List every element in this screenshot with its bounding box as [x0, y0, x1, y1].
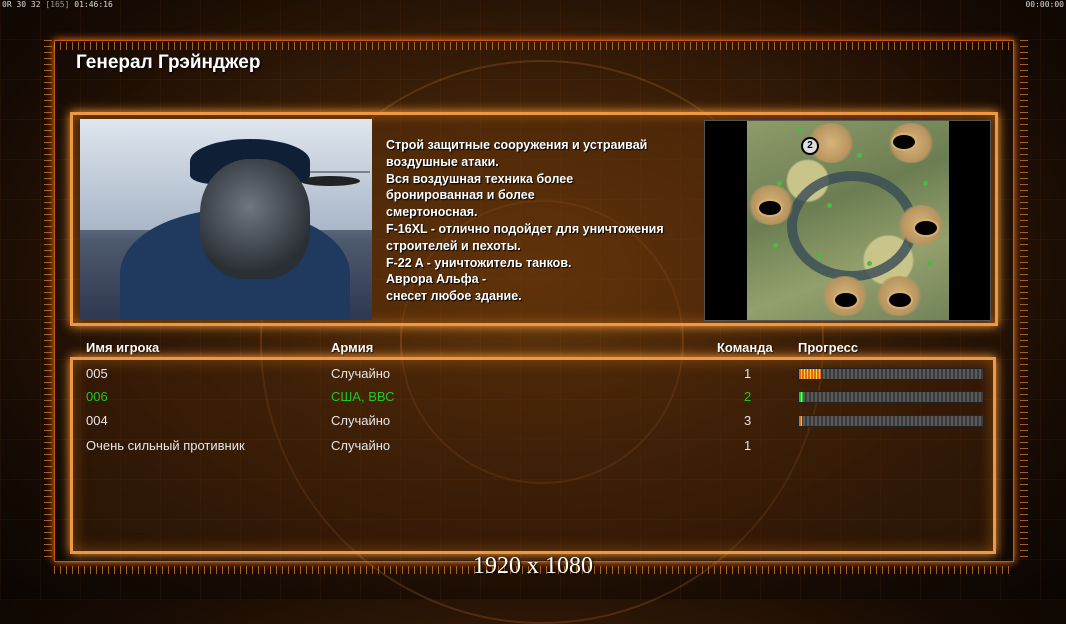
tree-icon — [927, 261, 932, 266]
table-row: Очень сильный противник Случайно 1 — [0, 438, 1066, 460]
tree-icon — [797, 127, 802, 132]
player-army: США, ВВС — [331, 389, 395, 404]
player-team: 2 — [744, 389, 752, 404]
column-header-name: Имя игрока — [86, 340, 160, 355]
general-description: Строй защитные сооружения и устраивай во… — [386, 138, 664, 304]
player-name: 006 — [86, 389, 108, 404]
ruler-left — [44, 40, 52, 562]
hud-stat-fps: [165] — [45, 0, 70, 9]
ruler-top — [54, 42, 1014, 50]
tree-icon — [817, 253, 822, 258]
player-name: Очень сильный противник — [86, 438, 245, 453]
tree-icon — [827, 203, 832, 208]
player-team: 1 — [744, 366, 752, 381]
hud-stat: 0R 30 32 — [2, 0, 41, 9]
portrait-helmet — [200, 159, 310, 279]
start-position-marker — [913, 219, 939, 237]
player-team: 1 — [744, 438, 752, 453]
hud-clock: 01:46:16 — [74, 0, 113, 9]
table-row: 005 Случайно 1 — [0, 366, 1066, 388]
start-position-marker — [887, 291, 913, 309]
table-row: 004 Случайно 3 — [0, 413, 1066, 435]
map-preview[interactable]: 2 — [704, 120, 991, 321]
ruler-right — [1020, 40, 1028, 562]
progress-fill — [799, 369, 822, 379]
column-header-progress: Прогресс — [798, 340, 859, 355]
tree-icon — [857, 153, 862, 158]
start-position-marker — [757, 199, 783, 217]
start-position-marker — [833, 291, 859, 309]
map-terrain: 2 — [747, 121, 949, 320]
page-title: Генерал Грэйнджер — [76, 52, 261, 73]
player-team: 3 — [744, 413, 752, 428]
tree-icon — [923, 181, 928, 186]
column-header-team: Команда — [717, 340, 773, 355]
progress-fill — [799, 392, 803, 402]
table-row: 006 США, ВВС 2 — [0, 389, 1066, 411]
column-header-army: Армия — [331, 340, 374, 355]
player-name: 005 — [86, 366, 108, 381]
player-army: Случайно — [331, 366, 391, 381]
player-army: Случайно — [331, 438, 391, 453]
tree-icon — [777, 181, 782, 186]
progress-bar — [798, 391, 984, 403]
player-start-marker: 2 — [801, 137, 819, 155]
progress-bar — [798, 368, 984, 380]
hud-timer: 00:00:00 — [1025, 0, 1064, 9]
player-name: 004 — [86, 413, 108, 428]
player-army: Случайно — [331, 413, 391, 428]
progress-fill — [799, 416, 802, 426]
debug-hud: 0R 30 32 [165] 01:46:16 00:00:00 — [0, 0, 1066, 10]
general-portrait — [80, 119, 372, 320]
resolution-label: 1920 x 1080 — [473, 553, 593, 579]
tree-icon — [773, 243, 778, 248]
tree-icon — [867, 261, 872, 266]
progress-bar — [798, 415, 984, 427]
start-position-marker — [891, 133, 917, 151]
